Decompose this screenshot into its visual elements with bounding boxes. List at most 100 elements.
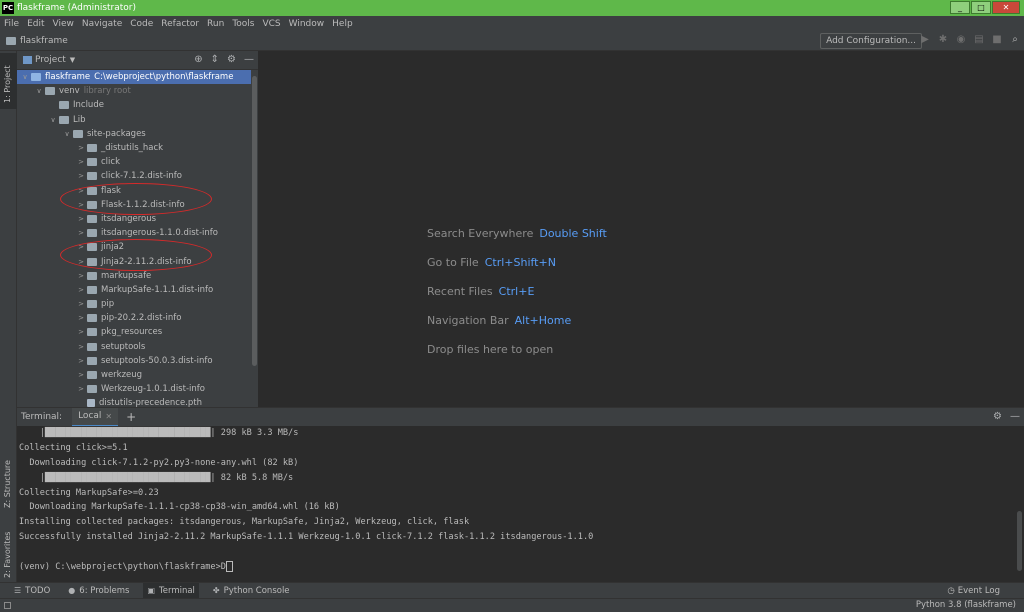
menu-tools[interactable]: Tools (228, 19, 258, 29)
hide-icon[interactable]: — (244, 54, 254, 65)
collapse-all-icon[interactable]: ⇕ (211, 54, 219, 65)
stop-icon[interactable]: ■ (992, 34, 1002, 45)
chevron-down-icon[interactable]: ∨ (47, 116, 59, 124)
tree-row-site-packages[interactable]: ∨ site-packages (17, 127, 251, 141)
tree-row-jinja2[interactable]: > jinja2 (17, 240, 251, 254)
menu-refactor[interactable]: Refactor (157, 19, 203, 29)
chevron-right-icon[interactable]: > (75, 300, 87, 308)
terminal-tab[interactable]: ▣ Terminal (143, 582, 199, 599)
run-icon[interactable]: ▶ (920, 34, 930, 45)
chevron-down-icon[interactable]: ∨ (33, 87, 45, 95)
todo-tab[interactable]: ☰ TODO (10, 583, 54, 599)
terminal-output[interactable]: |████████████████████████████████| 298 k… (17, 426, 1024, 582)
menu-code[interactable]: Code (126, 19, 157, 29)
tree-row-jinja2-dist-info[interactable]: > Jinja2-2.11.2.dist-info (17, 254, 251, 268)
chevron-down-icon[interactable]: ▼ (70, 56, 75, 64)
tree-row-pip-dist-info[interactable]: > pip-20.2.2.dist-info (17, 311, 251, 325)
hide-icon[interactable]: — (1010, 411, 1020, 422)
tree-row-flaskframe[interactable]: ∨ flaskframe C:\webproject\python\flaskf… (17, 70, 251, 85)
chevron-down-icon[interactable]: ∨ (61, 130, 73, 138)
scrollbar-thumb[interactable] (252, 76, 257, 366)
tree-row-pkg-resources[interactable]: > pkg_resources (17, 325, 251, 339)
gear-icon[interactable]: ⚙ (227, 54, 236, 65)
terminal-tab-local[interactable]: Local ✕ (72, 407, 119, 427)
chevron-right-icon[interactable]: > (75, 328, 87, 336)
tree-row-distutils-precedence[interactable]: distutils-precedence.pth (17, 396, 251, 407)
menu-navigate[interactable]: Navigate (78, 19, 126, 29)
tree-row-itsdangerous[interactable]: > itsdangerous (17, 212, 251, 226)
gear-icon[interactable]: ⚙ (993, 411, 1002, 422)
structure-tab-label: Z: Structure (3, 460, 12, 508)
add-configuration-button[interactable]: Add Configuration... (820, 33, 922, 49)
coverage-icon[interactable]: ◉ (956, 34, 966, 45)
menu-vcs[interactable]: VCS (258, 19, 284, 29)
chevron-down-icon[interactable]: ∨ (19, 73, 31, 81)
tree-row-click-dist-info[interactable]: > click-7.1.2.dist-info (17, 169, 251, 183)
menu-window[interactable]: Window (285, 19, 329, 29)
chevron-right-icon[interactable]: > (75, 314, 87, 322)
structure-tool-tab[interactable]: Z: Structure (0, 446, 17, 516)
project-view-selector[interactable]: Project (35, 55, 66, 65)
tree-row-markupsafe-dist-info[interactable]: > MarkupSafe-1.1.1.dist-info (17, 283, 251, 297)
search-icon[interactable]: ⌕ (1010, 34, 1020, 45)
chevron-right-icon[interactable]: > (75, 357, 87, 365)
project-tool-tab[interactable]: 1: Project (0, 53, 17, 109)
terminal-tab-label: Terminal (159, 585, 195, 596)
tree-row-flask[interactable]: > flask (17, 184, 251, 198)
close-icon[interactable]: ✕ (105, 412, 112, 421)
chevron-right-icon[interactable]: > (75, 371, 87, 379)
chevron-right-icon[interactable]: > (75, 201, 87, 209)
chevron-right-icon[interactable]: > (75, 286, 87, 294)
terminal-prompt-line[interactable]: (venv) C:\webproject\python\flaskframe>D (19, 560, 1024, 575)
editor-area[interactable]: Search Everywhere Double Shift Go to File… (258, 51, 1024, 407)
tree-row-pip[interactable]: > pip (17, 297, 251, 311)
chevron-right-icon[interactable]: > (75, 258, 87, 266)
close-button[interactable]: ✕ (992, 1, 1020, 14)
chevron-right-icon[interactable]: > (75, 172, 87, 180)
tree-row-markupsafe[interactable]: > markupsafe (17, 269, 251, 283)
favorites-tool-tab[interactable]: 2: Favorites (0, 516, 17, 586)
menu-file[interactable]: File (0, 19, 23, 29)
terminal-scrollbar[interactable] (1017, 511, 1022, 571)
new-terminal-icon[interactable]: + (126, 410, 136, 424)
chevron-right-icon[interactable]: > (75, 385, 87, 393)
chevron-right-icon[interactable]: > (75, 215, 87, 223)
chevron-right-icon[interactable]: > (75, 144, 87, 152)
tree-row-werkzeug-dist-info[interactable]: > Werkzeug-1.0.1.dist-info (17, 382, 251, 396)
python-interpreter-status[interactable]: Python 3.8 (flaskframe) (916, 600, 1016, 610)
debug-icon[interactable]: ✱ (938, 34, 948, 45)
project-scrollbar[interactable] (251, 70, 258, 407)
tree-row-include[interactable]: Include (17, 98, 251, 112)
tree-row-setuptools[interactable]: > setuptools (17, 340, 251, 354)
locate-icon[interactable]: ⊕ (194, 54, 202, 65)
tool-windows-toggle-icon[interactable] (4, 602, 11, 609)
menu-view[interactable]: View (49, 19, 78, 29)
tree-row-distutils-hack[interactable]: > _distutils_hack (17, 141, 251, 155)
menu-edit[interactable]: Edit (23, 19, 48, 29)
breadcrumb[interactable]: flaskframe (20, 36, 68, 46)
maximize-button[interactable]: □ (971, 1, 991, 14)
chevron-right-icon[interactable]: > (75, 187, 87, 195)
folder-icon (87, 271, 97, 280)
python-console-tab[interactable]: ✤ Python Console (209, 583, 294, 599)
menu-run[interactable]: Run (203, 19, 228, 29)
minimize-button[interactable]: _ (950, 1, 970, 14)
chevron-right-icon[interactable]: > (75, 158, 87, 166)
chevron-right-icon[interactable]: > (75, 272, 87, 280)
tree-row-venv[interactable]: ∨ venv library root (17, 84, 251, 98)
problems-tab[interactable]: ● 6: Problems (64, 583, 133, 599)
tree-row-setuptools-dist-info[interactable]: > setuptools-50.0.3.dist-info (17, 354, 251, 368)
build-icon[interactable]: ▤ (974, 34, 984, 45)
menu-help[interactable]: Help (328, 19, 357, 29)
tree-row-lib[interactable]: ∨ Lib (17, 113, 251, 127)
tree-row-flask-dist-info[interactable]: > Flask-1.1.2.dist-info (17, 198, 251, 212)
hint-text: Recent Files (427, 285, 493, 298)
tree-row-itsdangerous-dist-info[interactable]: > itsdangerous-1.1.0.dist-info (17, 226, 251, 240)
chevron-right-icon[interactable]: > (75, 343, 87, 351)
tree-row-click[interactable]: > click (17, 155, 251, 169)
chevron-right-icon[interactable]: > (75, 229, 87, 237)
folder-icon (87, 229, 97, 238)
tree-row-werkzeug[interactable]: > werkzeug (17, 368, 251, 382)
chevron-right-icon[interactable]: > (75, 243, 87, 251)
event-log-tab[interactable]: ◷ Event Log (947, 583, 1000, 599)
